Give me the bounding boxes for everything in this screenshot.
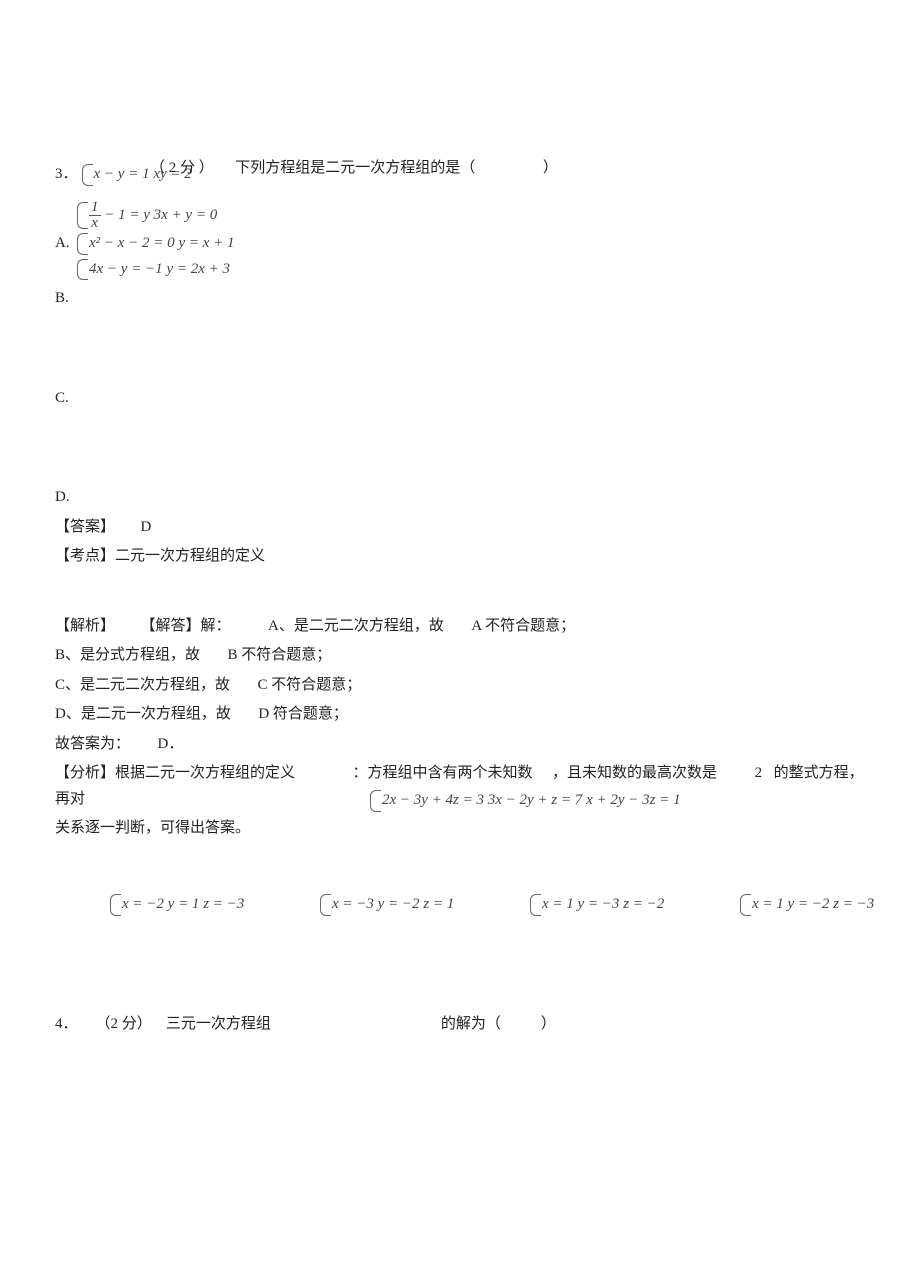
eq-row: 3x + y = 0 bbox=[154, 206, 218, 224]
q3-option-equations: 1 x − 1 = y 3x + y = 0 bbox=[77, 200, 865, 231]
hence-val: D． bbox=[158, 736, 184, 752]
eq-row: x = −3 bbox=[332, 895, 374, 913]
q4-stem2: 的解为（ bbox=[441, 1012, 501, 1038]
q3-stem-line: 3． x − y = 1 xy = 2 （ 2 分 ） 下列方程组是二元一次方程… bbox=[55, 150, 865, 200]
fenxi-2: ：方程组中含有两个未知数 bbox=[353, 765, 533, 781]
overlay-g2: x = −3 y = −2 z = 1 bbox=[320, 892, 454, 918]
jiexi-label: 【解析】 bbox=[55, 618, 115, 634]
fraction: 1 x bbox=[89, 200, 101, 231]
overlay-g3: x = 1 y = −3 z = −2 bbox=[530, 892, 664, 918]
eq-row: y = 2x + 3 bbox=[166, 260, 230, 278]
eq-row: y = x + 1 bbox=[178, 234, 234, 252]
points: 2 分 bbox=[169, 160, 195, 176]
line-b-pre: B、是分式方程组，故 bbox=[55, 647, 200, 663]
q4-stem-line: 4． （ 2 分 ） 三元一次方程组 的解为（ ） bbox=[55, 1012, 865, 1038]
hence-line: 故答案为： D． bbox=[55, 732, 865, 758]
q3-eq-a2: x² − x − 2 = 0 y = x + 1 bbox=[77, 231, 235, 257]
line-c-pre: C、是二元二次方程组，故 bbox=[55, 677, 230, 693]
analysis-d: D、是二元一次方程组，故 D 符合题意； bbox=[55, 702, 865, 728]
document-page: 3． x − y = 1 xy = 2 （ 2 分 ） 下列方程组是二元一次方程… bbox=[0, 0, 920, 1077]
hence-pre: 故答案为： bbox=[55, 736, 130, 752]
eq-row: z = 1 bbox=[423, 895, 454, 913]
line-b-post: B 不符合题意； bbox=[228, 647, 332, 663]
line-d-post: D 符合题意； bbox=[258, 706, 348, 722]
eq-row: 4x − y = −1 bbox=[89, 260, 163, 278]
label-d: D. bbox=[55, 485, 865, 511]
points-close: ） bbox=[199, 160, 214, 176]
q3-stem-text: 下列方程组是二元一次方程组的是（ bbox=[235, 160, 475, 176]
points-open: （ bbox=[150, 160, 165, 176]
kaodian-line: 【考点】二元一次方程组的定义 bbox=[55, 544, 865, 570]
q3-eq-a3-wrap: 4x − y = −1 y = 2x + 3 bbox=[77, 257, 865, 283]
analysis-c: C、是二元二次方程组，故 C 不符合题意； bbox=[55, 673, 865, 699]
jieda-label: 【解答】解： bbox=[141, 618, 231, 634]
eq-row: z = −2 bbox=[623, 895, 664, 913]
label-a: A. bbox=[55, 231, 77, 257]
kaodian-label: 【考点】 bbox=[55, 548, 115, 564]
points-open: （ bbox=[96, 1012, 111, 1038]
q4-stem3: ） bbox=[541, 1012, 556, 1038]
fenxi-3: ，且未知数的最高次数是 bbox=[552, 765, 717, 781]
fenxi-6: 关系逐一判断，可得出答案。 bbox=[55, 820, 250, 836]
fenxi-line1: 【分析】根据二元一次方程组的定义 ：方程组中含有两个未知数 ，且未知数的最高次数… bbox=[55, 761, 865, 812]
eq-row: x − y = 1 bbox=[94, 165, 150, 183]
eq-row: x = 1 bbox=[542, 895, 574, 913]
fenxi-label: 【分析】 bbox=[55, 765, 115, 781]
label-c: C. bbox=[55, 386, 865, 412]
eq-row: y = 1 bbox=[168, 895, 200, 913]
answer-label: 【答案】 bbox=[55, 519, 115, 535]
answer-line: 【答案】 D bbox=[55, 515, 865, 541]
eq-row: x = −2 bbox=[122, 895, 164, 913]
eq-row: x = 1 bbox=[752, 895, 784, 913]
q3-eq-a3: 4x − y = −1 y = 2x + 3 bbox=[77, 257, 230, 283]
q4-stem1: 三元一次方程组 bbox=[166, 1012, 271, 1038]
eq-row: z = −3 bbox=[203, 895, 244, 913]
q4-number: 4． bbox=[55, 1012, 78, 1038]
analysis-b: B、是分式方程组，故 B 不符合题意； bbox=[55, 643, 865, 669]
points: 2 分 bbox=[111, 1012, 137, 1038]
eq-row: z = −3 bbox=[833, 895, 874, 913]
fenxi-4: 2 bbox=[755, 765, 763, 781]
fenxi-1: 根据二元一次方程组的定义 bbox=[115, 765, 295, 781]
q3-number: 3． bbox=[55, 162, 78, 188]
eq-row: y = −2 bbox=[378, 895, 420, 913]
eq-row: x² − x − 2 = 0 bbox=[89, 234, 175, 252]
fenxi-line2: 关系逐一判断，可得出答案。 bbox=[55, 816, 865, 842]
eq-row: y = −2 bbox=[788, 895, 830, 913]
line-c-post: C 不符合题意； bbox=[258, 677, 362, 693]
overlay-g4: x = 1 y = −2 z = −3 bbox=[740, 892, 874, 918]
analysis-a: 【解析】 【解答】解： A、是二元二次方程组，故 A 不符合题意； bbox=[55, 614, 865, 640]
line-a-pre: A、是二元二次方程组，故 bbox=[268, 618, 444, 634]
eq-row: y = −3 bbox=[578, 895, 620, 913]
q3-optA-label-row: A. x² − x − 2 = 0 y = x + 1 bbox=[55, 231, 865, 257]
line-d-pre: D、是二元一次方程组，故 bbox=[55, 706, 231, 722]
line-a-post: A 不符合题意； bbox=[471, 618, 575, 634]
overlay-g1: x = −2 y = 1 z = −3 bbox=[110, 892, 244, 918]
kaodian-value: 二元一次方程组的定义 bbox=[115, 548, 265, 564]
points-close: ） bbox=[137, 1012, 152, 1038]
label-b: B. bbox=[55, 286, 865, 312]
answer-value: D bbox=[141, 519, 152, 535]
q3-eq-a1: 1 x − 1 = y 3x + y = 0 bbox=[77, 200, 217, 231]
q3-stem-close: ） bbox=[543, 160, 558, 176]
eq-row: 1 x − 1 = y bbox=[89, 206, 154, 224]
